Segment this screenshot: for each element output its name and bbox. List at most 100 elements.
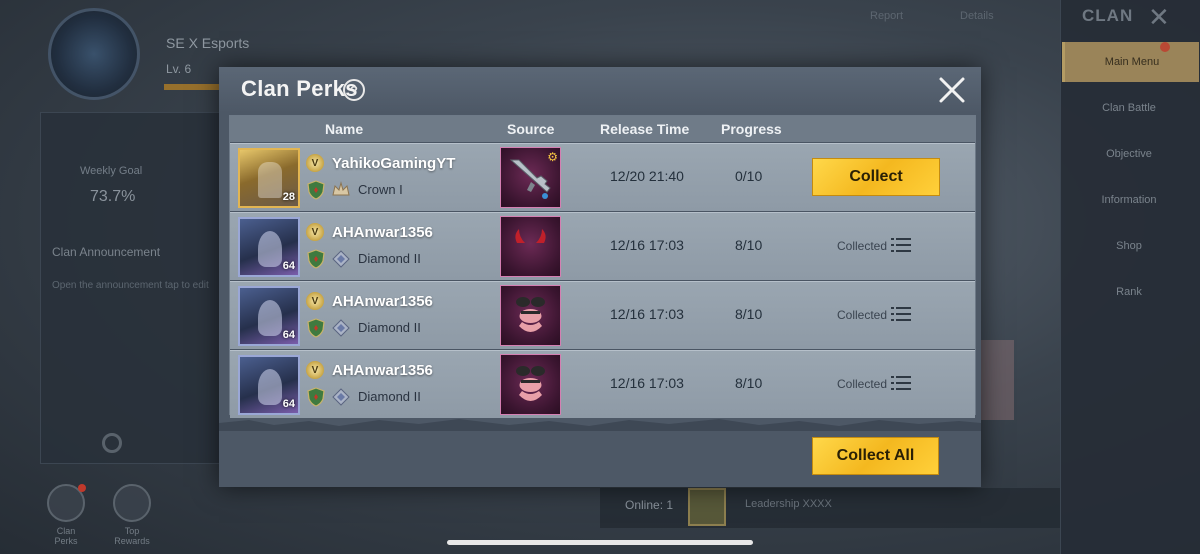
collect-button[interactable]: Collect xyxy=(812,158,940,196)
rank-name: Crown I xyxy=(358,182,403,197)
player-name: AHAnwar1356 xyxy=(332,362,433,379)
source-item[interactable] xyxy=(500,354,561,415)
crown-rank-icon xyxy=(332,181,350,196)
collected-status: Collected xyxy=(837,308,888,322)
sidebar-item-clan-battle[interactable]: Clan Battle xyxy=(1062,88,1196,128)
player-avatar[interactable]: 64 xyxy=(238,217,300,277)
source-item[interactable] xyxy=(500,285,561,346)
progress-value: 8/10 xyxy=(735,237,763,253)
clan-emblem xyxy=(48,8,140,100)
dialog-header: Clan Perks ? xyxy=(219,67,981,113)
background-thumbnail xyxy=(980,340,1014,420)
details-list-icon[interactable] xyxy=(891,376,911,390)
details-list-icon[interactable] xyxy=(891,307,911,321)
player-avatar[interactable]: 64 xyxy=(238,286,300,346)
tier-badge-icon: V xyxy=(306,361,324,379)
progress-value: 0/10 xyxy=(735,168,763,184)
diamond-rank-icon xyxy=(332,319,350,337)
top-rewards-shortcut[interactable]: Top Rewards xyxy=(112,484,152,546)
sidebar-close-icon[interactable]: ✕ xyxy=(1148,2,1170,33)
table-row: 64 V AHAnwar1356 Diamond II 12/16 17:03 … xyxy=(230,212,975,280)
details-list-icon[interactable] xyxy=(891,238,911,252)
player-name: YahikoGamingYT xyxy=(332,155,456,172)
column-header-release-time: Release Time xyxy=(600,121,690,137)
collect-all-button[interactable]: Collect All xyxy=(812,437,939,475)
sidebar-item-objective[interactable]: Objective xyxy=(1062,134,1196,174)
clan-shield-icon xyxy=(307,387,325,407)
outfit-icon xyxy=(516,366,545,401)
activity-label: Weekly Goal xyxy=(80,165,143,177)
rank-name: Diamond II xyxy=(358,251,421,266)
player-name: AHAnwar1356 xyxy=(332,293,433,310)
progress-value: 8/10 xyxy=(735,306,763,322)
release-time: 12/20 21:40 xyxy=(610,168,684,184)
sidebar-item-information[interactable]: Information xyxy=(1062,180,1196,220)
perks-table: Name Source Release Time Progress 28 V Y… xyxy=(229,115,976,418)
gear-badge-icon: ⚙ xyxy=(547,150,558,164)
rank-name: Diamond II xyxy=(358,389,421,404)
devil-horns-icon xyxy=(515,229,546,243)
release-time: 12/16 17:03 xyxy=(610,375,684,391)
home-indicator[interactable] xyxy=(447,540,753,545)
activity-value: 73.7% xyxy=(90,188,136,205)
clan-perks-shortcut-label: Clan Perks xyxy=(54,526,78,546)
source-item[interactable]: ⚙ xyxy=(500,147,561,208)
torn-paper-divider xyxy=(219,419,981,431)
player-name: AHAnwar1356 xyxy=(332,224,433,241)
avatar-figure xyxy=(258,231,282,267)
help-icon[interactable]: ? xyxy=(343,79,365,101)
clan-shield-icon xyxy=(307,180,325,200)
close-icon[interactable] xyxy=(937,75,967,105)
progress-value: 8/10 xyxy=(735,375,763,391)
clan-shield-icon xyxy=(307,318,325,338)
avatar-figure xyxy=(258,369,282,405)
player-level: 64 xyxy=(282,260,295,272)
player-avatar[interactable]: 64 xyxy=(238,355,300,415)
settings-gear-icon[interactable] xyxy=(102,433,122,453)
announcement-title: Clan Announcement xyxy=(52,245,161,259)
top-rewards-shortcut-label: Top Rewards xyxy=(114,526,150,546)
sidebar-notification-dot xyxy=(1160,42,1170,52)
announcement-text: Open the announcement tap to edit xyxy=(52,280,209,291)
column-header-source: Source xyxy=(507,121,555,137)
rewards-icon xyxy=(113,484,151,522)
dialog-title: Clan Perks xyxy=(241,76,358,101)
details-link[interactable]: Details xyxy=(960,10,994,22)
outfit-icon xyxy=(516,297,545,332)
collected-status: Collected xyxy=(837,239,888,253)
table-row: 64 V AHAnwar1356 Diamond II 12/16 17:03 … xyxy=(230,281,975,349)
online-count: Online: 1 xyxy=(625,498,674,512)
tier-badge-icon: V xyxy=(306,292,324,310)
player-level: 28 xyxy=(282,191,295,203)
sidebar-item-main-menu[interactable]: Main Menu xyxy=(1062,42,1199,82)
source-item[interactable] xyxy=(500,216,561,277)
table-row: 28 V YahikoGamingYT Crown I ⚙ 12/20 21:4… xyxy=(230,143,975,211)
clan-perks-shortcut[interactable]: Clan Perks xyxy=(46,484,86,546)
notification-dot xyxy=(78,484,86,492)
diamond-rank-icon xyxy=(332,388,350,406)
avatar-figure xyxy=(258,162,282,198)
table-header: Name Source Release Time Progress xyxy=(230,116,975,142)
player-level: 64 xyxy=(282,398,295,410)
sidebar-item-shop[interactable]: Shop xyxy=(1062,226,1196,266)
diamond-rank-icon xyxy=(332,250,350,268)
clan-level: Lv. 6 xyxy=(166,62,192,76)
report-link[interactable]: Report xyxy=(870,10,903,22)
release-time: 12/16 17:03 xyxy=(610,306,684,322)
rank-name: Diamond II xyxy=(358,320,421,335)
clan-level-bar xyxy=(164,84,224,90)
column-header-progress: Progress xyxy=(721,121,782,137)
player-avatar[interactable]: 28 xyxy=(238,148,300,208)
tier-badge-icon: V xyxy=(306,223,324,241)
member-name: Leadership XXXX xyxy=(745,498,832,510)
clan-name: SE X Esports xyxy=(166,35,250,51)
player-level: 64 xyxy=(282,329,295,341)
release-time: 12/16 17:03 xyxy=(610,237,684,253)
sidebar-item-rank[interactable]: Rank xyxy=(1062,272,1196,312)
avatar-figure xyxy=(258,300,282,336)
tier-badge-icon: V xyxy=(306,154,324,172)
sidebar-title: CLAN xyxy=(1082,6,1134,25)
column-header-name: Name xyxy=(325,121,364,137)
member-avatar[interactable] xyxy=(688,488,726,526)
collected-status: Collected xyxy=(837,377,888,391)
